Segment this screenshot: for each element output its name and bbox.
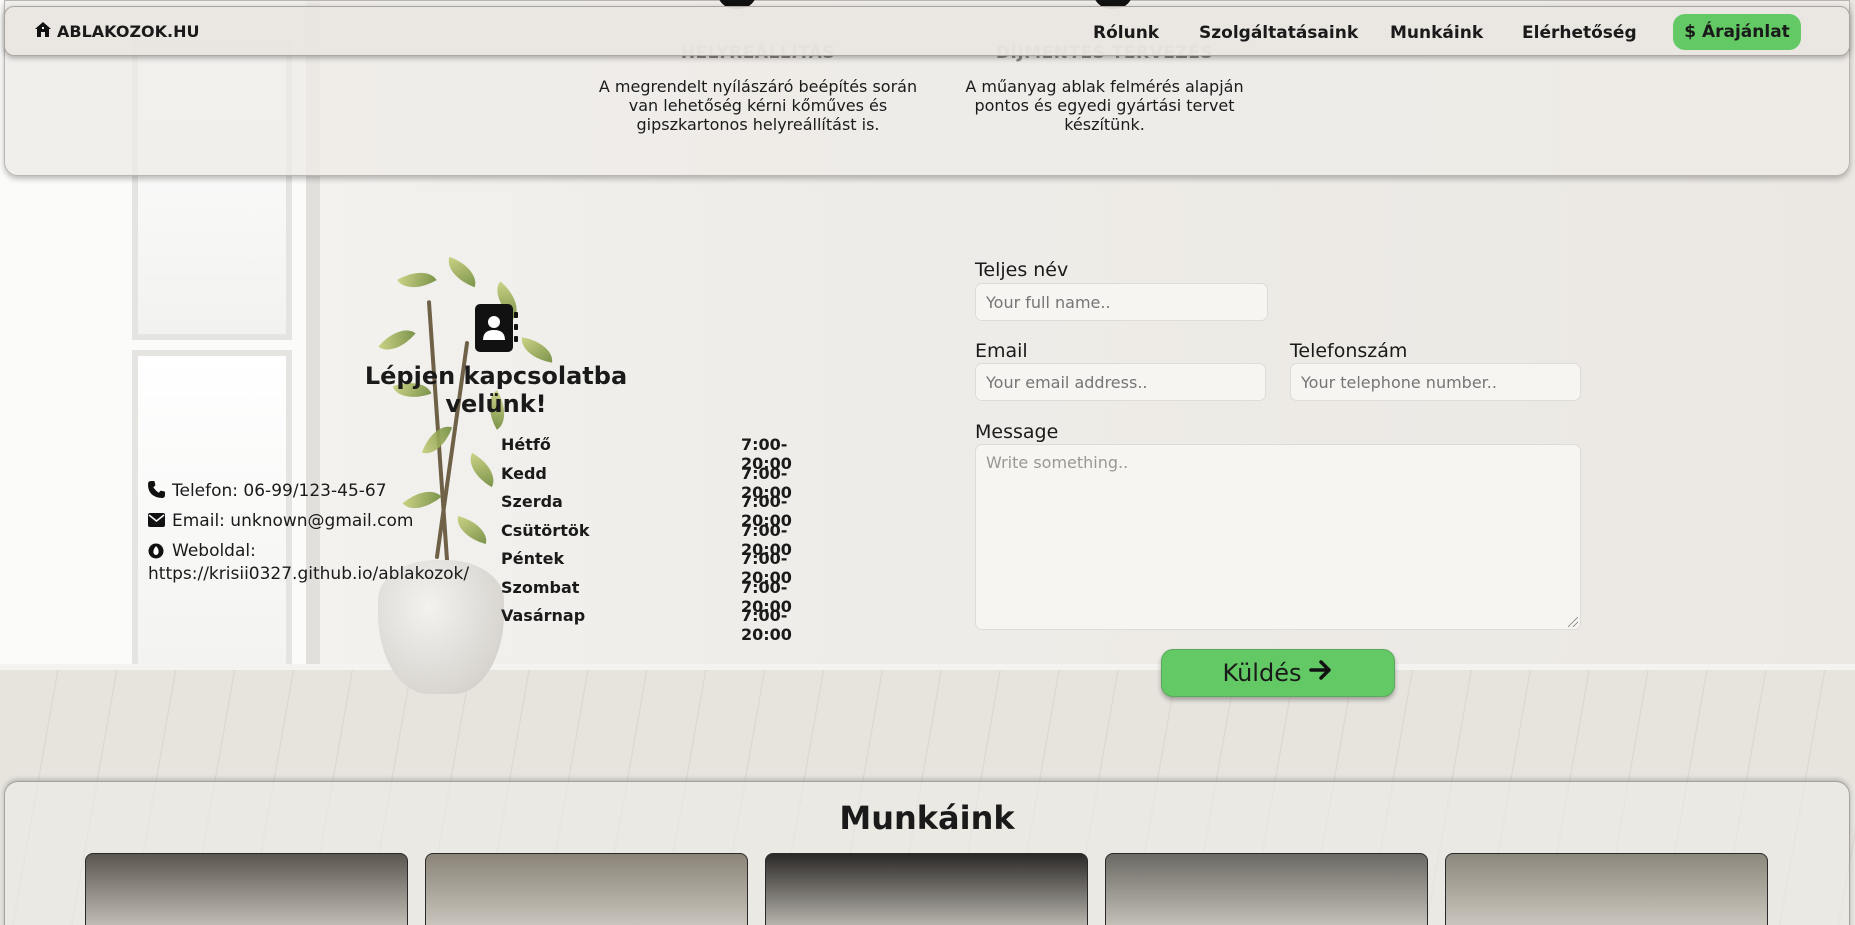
name-label: Teljes név xyxy=(975,259,1069,281)
phone-info: Telefon: 06-99/123-45-67 xyxy=(148,481,387,503)
nav-item-munkaink[interactable]: Munkáink xyxy=(1390,23,1483,43)
quote-button[interactable]: $ Árajánlat xyxy=(1673,14,1801,50)
work-thumbnail[interactable] xyxy=(1105,853,1428,925)
email-input[interactable] xyxy=(975,363,1266,401)
phone-input[interactable] xyxy=(1290,363,1581,401)
service-card-design: DÍJMENTES TERVEZÉS A műanyag ablak felmé… xyxy=(947,43,1262,134)
website-link[interactable]: https://krisii0327.github.io/ablakozok/ xyxy=(148,564,469,584)
hours-day: Kedd xyxy=(501,463,547,483)
hours-day: Szerda xyxy=(501,492,563,511)
resize-handle-icon[interactable] xyxy=(1568,617,1578,627)
email-info: Email: unknown@gmail.com xyxy=(148,511,413,532)
nav-item-rolunk[interactable]: Rólunk xyxy=(1093,23,1159,43)
work-thumbnail[interactable] xyxy=(765,853,1088,925)
email-label: Email xyxy=(975,340,1028,362)
hours-day: Hétfő xyxy=(501,435,551,454)
email-text: Email: unknown@gmail.com xyxy=(172,511,414,531)
hours-day: Vasárnap xyxy=(501,606,586,625)
message-textarea[interactable]: Write something.. xyxy=(975,444,1581,630)
arrow-right-icon xyxy=(1309,659,1333,687)
work-thumbnail[interactable] xyxy=(1445,853,1768,925)
brand-logo-link[interactable]: ABLAKOZOK.HU xyxy=(35,22,200,41)
phone-text: Telefon: 06-99/123-45-67 xyxy=(172,481,387,501)
works-section: Munkáink xyxy=(4,781,1850,925)
hours-time: 7:00-20:00 xyxy=(741,606,792,644)
name-input[interactable] xyxy=(975,283,1268,321)
work-thumbnail[interactable] xyxy=(425,853,748,925)
hours-day: Csütörtök xyxy=(501,520,590,540)
service-description: A műanyag ablak felmérés alapján pontos … xyxy=(965,77,1244,134)
website-info: Weboldal: https://krisii0327.github.io/a… xyxy=(148,541,469,584)
phone-label: Telefonszám xyxy=(1290,340,1408,362)
message-placeholder: Write something.. xyxy=(986,453,1129,472)
service-description: A megrendelt nyílászáró beépítés során v… xyxy=(598,77,918,134)
send-button-label: Küldés xyxy=(1222,659,1302,687)
message-label: Message xyxy=(975,421,1059,443)
phone-icon xyxy=(148,481,166,503)
fire-icon xyxy=(148,541,166,564)
nav-item-elerhetoseg[interactable]: Elérhetőség xyxy=(1522,23,1637,43)
contact-title: Lépjen kapcsolatba velünk! xyxy=(364,362,628,418)
send-button[interactable]: Küldés xyxy=(1161,649,1395,697)
hours-day: Szombat xyxy=(501,577,580,597)
works-title: Munkáink xyxy=(839,799,1015,837)
website-label: Weboldal: xyxy=(172,541,256,561)
work-thumbnail[interactable] xyxy=(85,853,408,925)
nav-item-szolgaltatasaink[interactable]: Szolgáltatásaink xyxy=(1199,23,1358,43)
hours-day: Péntek xyxy=(501,549,565,568)
house-icon xyxy=(35,22,51,41)
service-card-restoration: HELYREÁLLÍTÁS A megrendelt nyílászáró be… xyxy=(593,43,923,134)
brand-name: ABLAKOZOK.HU xyxy=(57,22,200,41)
contact-book-icon xyxy=(475,304,519,352)
top-navbar: ABLAKOZOK.HU Rólunk Szolgáltatásaink Mun… xyxy=(4,6,1850,56)
envelope-icon xyxy=(148,511,166,532)
